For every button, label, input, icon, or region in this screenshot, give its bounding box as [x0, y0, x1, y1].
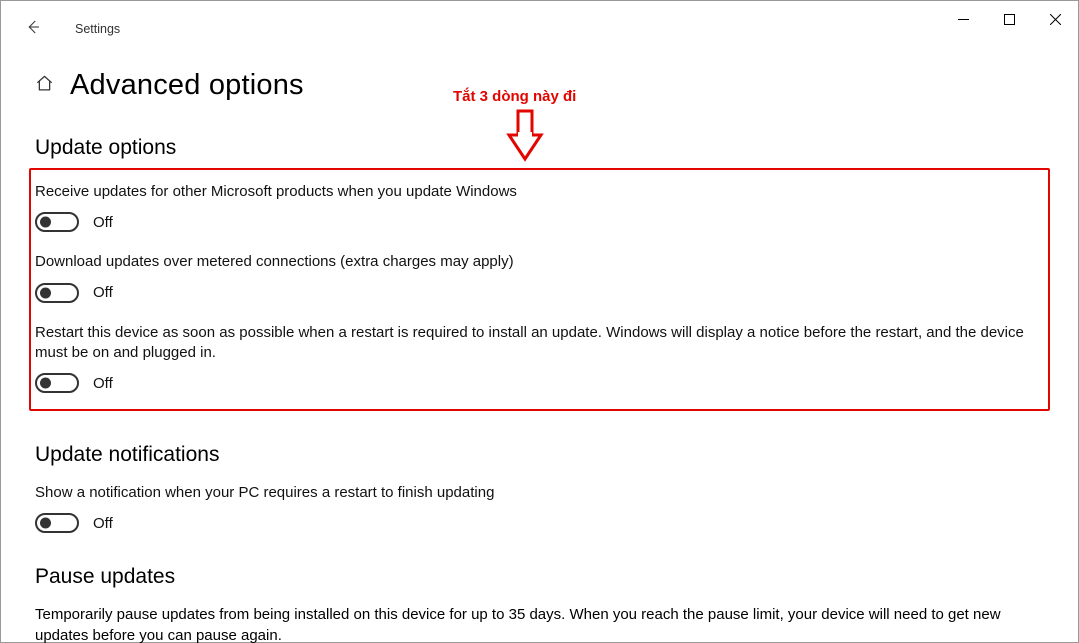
section-heading: Update options: [35, 136, 1044, 160]
pause-description: Temporarily pause updates from being ins…: [35, 605, 1044, 643]
maximize-icon: [1004, 14, 1015, 25]
toggle-row: Off: [35, 513, 1044, 533]
option-restart-notification: Show a notification when your PC require…: [35, 483, 1044, 533]
section-heading: Pause updates: [35, 565, 1044, 589]
close-button[interactable]: [1032, 1, 1078, 37]
toggle-state: Off: [93, 214, 113, 231]
toggle-row: Off: [35, 212, 1042, 232]
back-button[interactable]: [19, 13, 47, 41]
option-label: Restart this device as soon as possible …: [35, 323, 1042, 364]
window-controls: [940, 1, 1078, 37]
toggle-state: Off: [93, 515, 113, 532]
toggle-state: Off: [93, 284, 113, 301]
page-title: Advanced options: [70, 69, 304, 102]
annotation-highlight-box: Receive updates for other Microsoft prod…: [29, 168, 1050, 411]
page-header: Advanced options: [35, 69, 1044, 102]
option-metered-connections: Download updates over metered connection…: [35, 252, 1042, 302]
toggle-row: Off: [35, 373, 1042, 393]
minimize-icon: [958, 14, 969, 25]
option-receive-updates: Receive updates for other Microsoft prod…: [35, 182, 1042, 232]
toggle-switch[interactable]: [35, 373, 79, 393]
option-label: Download updates over metered connection…: [35, 252, 1042, 272]
minimize-button[interactable]: [940, 1, 986, 37]
toggle-switch[interactable]: [35, 283, 79, 303]
option-label: Receive updates for other Microsoft prod…: [35, 182, 1042, 202]
toggle-row: Off: [35, 283, 1042, 303]
section-update-options: Update options Receive updates for other…: [35, 136, 1044, 411]
toggle-switch[interactable]: [35, 212, 79, 232]
option-restart-asap: Restart this device as soon as possible …: [35, 323, 1042, 394]
content: Advanced options Update options Receive …: [1, 39, 1078, 643]
section-update-notifications: Update notifications Show a notification…: [35, 443, 1044, 533]
section-heading: Update notifications: [35, 443, 1044, 467]
arrow-left-icon: [24, 18, 42, 36]
option-label: Show a notification when your PC require…: [35, 483, 1044, 503]
maximize-button[interactable]: [986, 1, 1032, 37]
close-icon: [1050, 14, 1061, 25]
toggle-switch[interactable]: [35, 513, 79, 533]
section-pause-updates: Pause updates Temporarily pause updates …: [35, 565, 1044, 643]
settings-window: Settings Advanced options Update options: [0, 0, 1079, 643]
toggle-state: Off: [93, 375, 113, 392]
app-title: Settings: [75, 22, 120, 36]
home-icon[interactable]: [35, 74, 54, 98]
titlebar: Settings: [1, 1, 1078, 39]
